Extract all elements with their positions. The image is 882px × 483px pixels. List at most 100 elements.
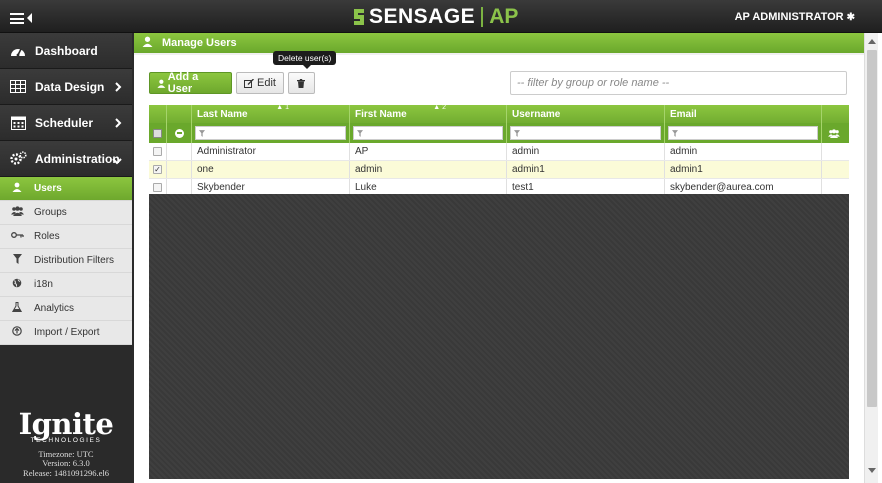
sidebar-item-scheduler[interactable]: Scheduler <box>0 105 132 141</box>
filter-cell-first-name <box>350 123 507 143</box>
filter-input-first-name[interactable] <box>353 126 503 140</box>
vertical-scrollbar[interactable] <box>864 33 878 483</box>
gear-icon: ✱ <box>846 12 855 23</box>
sidebar-item-distribution-filters[interactable]: Distribution Filters <box>0 249 132 273</box>
delete-button[interactable] <box>287 72 315 94</box>
flask-icon <box>10 302 24 315</box>
column-header-first-name[interactable]: First Name ▲ 2 <box>350 104 507 123</box>
brand-divider <box>481 7 484 27</box>
filter-input-email[interactable] <box>668 126 818 140</box>
sidebar-item-label: Roles <box>34 231 60 242</box>
top-bar: SENSAGE AP AP ADMINISTRATOR ✱ <box>0 0 882 33</box>
column-chooser-cell <box>822 123 849 143</box>
table-row[interactable]: Administrator AP admin admin <box>149 143 849 161</box>
sidebar-item-import-export[interactable]: Import / Export <box>0 321 132 345</box>
cell-email: admin1 <box>665 161 822 178</box>
sidebar-item-i18n[interactable]: i18n <box>0 273 132 297</box>
edit-button[interactable]: Edit <box>236 72 284 94</box>
import-export-icon <box>10 326 24 339</box>
sidebar-item-dashboard[interactable]: Dashboard <box>0 33 132 69</box>
brand-logo: SENSAGE AP <box>352 5 518 29</box>
sidebar-item-roles[interactable]: Roles <box>0 225 132 249</box>
select-all-checkbox[interactable] <box>153 128 162 138</box>
row-check-cell: ✓ <box>149 161 167 178</box>
minus-circle-icon[interactable] <box>174 128 184 138</box>
sidebar-item-groups[interactable]: Groups <box>0 201 132 225</box>
select-all-cell <box>149 123 167 143</box>
collapse-left-icon <box>27 13 32 24</box>
sidebar-item-label: Dashboard <box>35 43 98 58</box>
row-check-cell <box>149 143 167 160</box>
row-checkbox[interactable] <box>153 183 162 192</box>
sidebar-item-label: Users <box>34 183 62 194</box>
column-header-email[interactable]: Email <box>665 105 822 123</box>
cell-last-name: Administrator <box>192 143 350 160</box>
scroll-down-icon[interactable] <box>868 468 876 473</box>
column-label: Last Name <box>197 108 248 120</box>
user-icon <box>142 36 153 50</box>
dashboard-icon <box>9 42 27 60</box>
table-row[interactable]: ✓ one admin admin1 admin1 <box>149 161 849 179</box>
row-end-cell <box>822 161 849 178</box>
sidebar-item-analytics[interactable]: Analytics <box>0 297 132 321</box>
filter-icon <box>672 129 678 137</box>
user-name: AP ADMINISTRATOR <box>734 11 844 23</box>
scroll-up-icon[interactable] <box>868 39 876 44</box>
column-label: First Name <box>355 108 407 120</box>
sidebar-item-label: Analytics <box>34 303 75 314</box>
sidebar-toggle-button[interactable] <box>10 9 32 25</box>
group-icon <box>10 206 24 219</box>
sidebar-item-label: Distribution Filters <box>34 255 115 266</box>
edit-icon <box>244 78 254 88</box>
filter-icon <box>199 129 205 137</box>
row-action-cell <box>167 143 192 160</box>
header-end-spacer <box>822 105 849 123</box>
build-info: Timezone: UTC Version: 6.3.0 Release: 14… <box>0 449 132 479</box>
column-header-last-name[interactable]: Last Name ▲ 1 <box>192 104 350 123</box>
panel-header: Manage Users <box>134 33 864 55</box>
header-action-spacer <box>167 105 192 123</box>
filter-icon <box>514 129 520 137</box>
hamburger-icon <box>10 12 24 24</box>
cell-username: admin <box>507 143 665 160</box>
page-title: Manage Users <box>162 37 237 49</box>
group-icon[interactable] <box>828 128 840 138</box>
row-end-cell <box>822 143 849 160</box>
scroll-thumb[interactable] <box>867 50 877 407</box>
filter-cell-username <box>507 123 665 143</box>
window-edge <box>878 33 882 483</box>
add-user-button[interactable]: Add a User <box>149 71 232 95</box>
row-checkbox[interactable]: ✓ <box>153 165 162 174</box>
cell-email: admin <box>665 143 822 160</box>
chevron-down-icon <box>112 154 122 168</box>
cell-last-name: one <box>192 161 350 178</box>
sidebar: Dashboard Data Design Scheduler Administ… <box>0 33 132 483</box>
row-checkbox[interactable] <box>153 147 162 156</box>
filter-input-username[interactable] <box>510 126 661 140</box>
sidebar-item-users[interactable]: Users <box>0 177 132 201</box>
main-panel: Manage Users Delete user(s) Add a User E… <box>134 33 864 483</box>
calendar-icon <box>9 114 27 132</box>
column-label: Email <box>670 108 697 120</box>
sort-asc-icon: ▲ 2 <box>433 104 446 111</box>
trash-icon <box>297 78 306 88</box>
sidebar-item-data-design[interactable]: Data Design <box>0 69 132 105</box>
sidebar-item-label: Groups <box>34 207 67 218</box>
filter-input-last-name[interactable] <box>195 126 346 140</box>
brand-name: SENSAGE <box>369 5 476 28</box>
sidebar-item-label: Import / Export <box>34 327 100 338</box>
header-check-spacer <box>149 105 167 123</box>
toolbar: Add a User Edit <box>149 71 315 95</box>
column-header-username[interactable]: Username <box>507 105 665 123</box>
group-role-filter-input[interactable]: -- filter by group or role name -- <box>510 71 847 95</box>
user-icon <box>10 182 24 195</box>
user-menu[interactable]: AP ADMINISTRATOR ✱ <box>735 11 855 23</box>
cell-username: admin1 <box>507 161 665 178</box>
grid-empty-area <box>149 194 849 479</box>
sidebar-item-administration[interactable]: Administration <box>0 141 132 177</box>
ignite-footer: Ignite TECHNOLOGIES Timezone: UTC Versio… <box>0 409 132 479</box>
delete-tooltip: Delete user(s) <box>273 51 337 69</box>
sensage-logo-icon <box>354 9 364 25</box>
release-text: Release: 1481091296.el6 <box>23 467 109 478</box>
filter-icon <box>357 129 363 137</box>
